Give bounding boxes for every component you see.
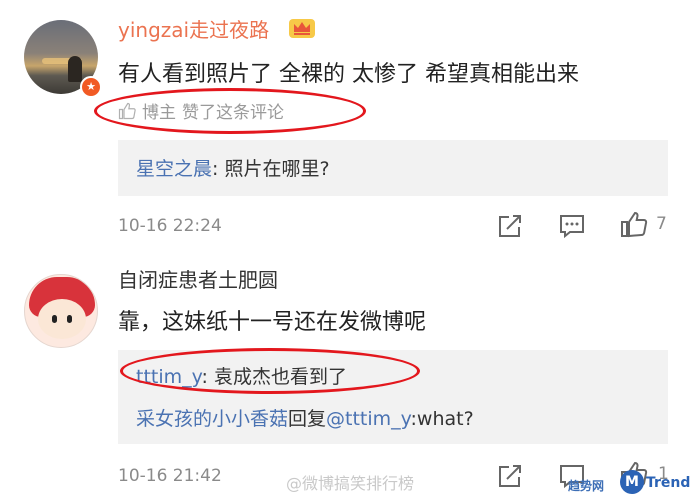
logo-text: 趋势网 xyxy=(568,479,605,493)
reply-item: 采女孩的小小香菇回复@tttim_y:what? xyxy=(136,404,474,431)
reply-username[interactable]: 采女孩的小小香菇 xyxy=(136,408,288,430)
comment-text: 靠，这妹纸十一号还在发微博呢 xyxy=(118,310,427,335)
trend-logo: 趋势网 M Trend xyxy=(568,468,690,498)
comment-username[interactable]: 自闭症患者土肥圆 xyxy=(118,264,278,293)
reply-text: :what? xyxy=(410,408,474,430)
comment-card: 自闭症患者土肥圆 靠，这妹纸十一号还在发微博呢 tttim_y: 袁成杰也看到了… xyxy=(0,0,690,489)
reply-username[interactable]: tttim_y xyxy=(136,366,202,388)
reply-mention[interactable]: @tttim_y xyxy=(326,408,411,430)
avatar-face xyxy=(38,299,86,339)
reply-text: : 袁成杰也看到了 xyxy=(201,366,347,388)
avatar[interactable] xyxy=(24,274,98,348)
weibo-watermark: @微博搞笑排行榜 xyxy=(286,474,415,493)
timestamp: 10-16 21:42 xyxy=(118,466,222,486)
reply-item: tttim_y: 袁成杰也看到了 xyxy=(136,362,347,389)
share-icon[interactable] xyxy=(496,462,524,490)
reply-box[interactable]: tttim_y: 袁成杰也看到了 采女孩的小小香菇回复@tttim_y:what… xyxy=(118,350,668,444)
reply-middle: 回复 xyxy=(288,408,327,430)
logo-mark-icon: M xyxy=(620,470,644,494)
avatar-eye xyxy=(52,315,57,323)
logo-text: Trend xyxy=(646,475,690,491)
avatar-eye xyxy=(67,315,72,323)
